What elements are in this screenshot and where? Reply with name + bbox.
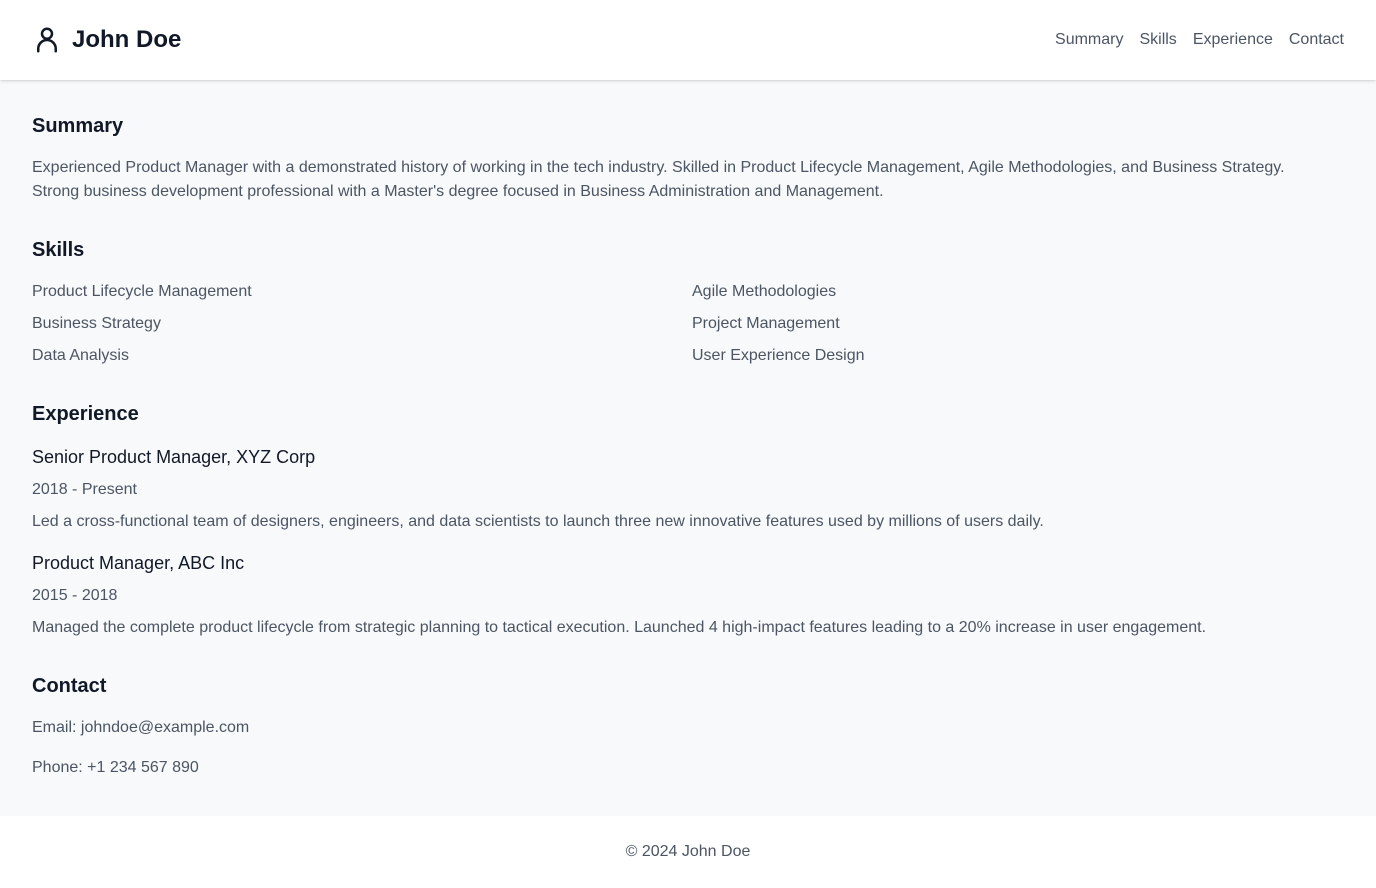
job-entry: Senior Product Manager, XYZ Corp 2018 - … (32, 444, 1344, 534)
nav-link-summary[interactable]: Summary (1055, 31, 1123, 49)
site-header: John Doe Summary Skills Experience Conta… (0, 0, 1376, 80)
summary-section: Summary Experienced Product Manager with… (32, 114, 1344, 204)
site-footer: © 2024 John Doe (0, 816, 1376, 888)
skill-item: Business Strategy (32, 315, 161, 332)
site-title: John Doe (72, 26, 182, 53)
main-content: Summary Experienced Product Manager with… (0, 80, 1376, 816)
contact-phone: Phone: +1 234 567 890 (32, 759, 199, 776)
skill-item: Project Management (692, 315, 840, 332)
skills-list: Product Lifecycle Management Agile Metho… (32, 280, 1344, 368)
skill-item: Product Lifecycle Management (32, 283, 252, 300)
nav-link-skills[interactable]: Skills (1139, 31, 1176, 49)
experience-section: Experience Senior Product Manager, XYZ C… (32, 402, 1344, 640)
copyright-text: © 2024 John Doe (625, 843, 751, 860)
job-entry: Product Manager, ABC Inc 2015 - 2018 Man… (32, 550, 1344, 640)
user-icon (32, 25, 62, 55)
job-dates: 2018 - Present (32, 481, 137, 498)
summary-text: Experienced Product Manager with a demon… (32, 159, 1285, 200)
main-nav: Summary Skills Experience Contact (1055, 31, 1344, 49)
skill-item: Data Analysis (32, 347, 129, 364)
brand: John Doe (32, 25, 181, 55)
nav-link-contact[interactable]: Contact (1289, 31, 1344, 49)
job-description: Managed the complete product lifecycle f… (32, 619, 1207, 636)
skills-section: Skills Product Lifecycle Management Agil… (32, 238, 1344, 368)
contact-heading: Contact (32, 675, 107, 697)
job-title: Product Manager, ABC Inc (32, 553, 245, 573)
experience-heading: Experience (32, 403, 139, 425)
job-description: Led a cross-functional team of designers… (32, 513, 1044, 530)
nav-link-experience[interactable]: Experience (1193, 31, 1273, 49)
contact-email: Email: johndoe@example.com (32, 719, 250, 736)
skill-item: User Experience Design (692, 347, 865, 364)
skill-item: Agile Methodologies (692, 283, 837, 300)
contact-section: Contact Email: johndoe@example.com Phone… (32, 674, 1344, 780)
job-dates: 2015 - 2018 (32, 587, 118, 604)
skills-heading: Skills (32, 239, 85, 261)
job-title: Senior Product Manager, XYZ Corp (32, 447, 316, 467)
summary-heading: Summary (32, 115, 124, 137)
